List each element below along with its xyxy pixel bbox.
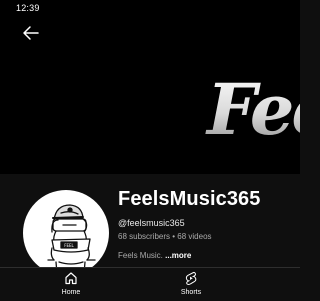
status-bar: 12:39 [0, 0, 300, 16]
channel-stats: 68 subscribers • 68 videos [118, 232, 212, 241]
nav-home-label: Home [61, 289, 81, 296]
shorts-icon [185, 271, 197, 285]
channel-banner: Fee [0, 16, 300, 174]
svg-text:FEEL: FEEL [64, 243, 74, 248]
nav-shorts[interactable]: Shorts [146, 268, 236, 301]
status-time: 12:39 [16, 3, 40, 13]
channel-description-text: Feels Music. [118, 251, 163, 260]
channel-handle: @feelsmusic365 [118, 218, 185, 228]
channel-name: FeelsMusic365 [118, 188, 261, 210]
mascot-avatar-image: FEEL [47, 204, 96, 275]
channel-avatar[interactable]: FEEL [23, 190, 109, 276]
bottom-nav: Home Shorts [0, 267, 300, 301]
banner-art-text: Fee [205, 68, 300, 150]
nav-shorts-label: Shorts [180, 289, 202, 296]
channel-description[interactable]: Feels Music. ...more [118, 251, 191, 260]
more-link[interactable]: ...more [165, 251, 191, 260]
back-arrow-icon [23, 26, 39, 40]
home-icon [65, 272, 77, 285]
back-button[interactable] [20, 22, 42, 44]
banner-script-art: Fee [205, 68, 300, 150]
nav-home[interactable]: Home [26, 268, 116, 301]
